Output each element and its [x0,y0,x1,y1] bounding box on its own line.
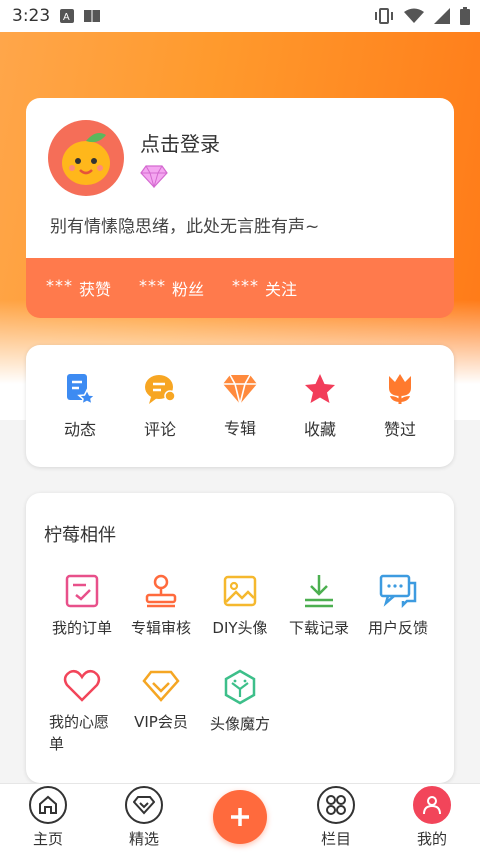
service-downloads[interactable]: 下载记录 [277,573,361,639]
service-label: 专辑审核 [130,619,191,637]
nav-label: 我的 [416,830,447,848]
vibrate-icon [375,8,393,24]
svg-text:A: A [63,12,70,23]
nav-featured[interactable]: 精选 [104,786,184,849]
plus-icon [231,808,249,826]
action-label: 收藏 [303,420,336,439]
download-icon [305,575,333,608]
service-label: 头像魔方 [209,715,270,733]
stat-value: *** [46,276,73,295]
stat-label: 关注 [265,280,298,299]
actions-card: 动态 评论 专辑 收藏 赞过 [26,345,454,467]
vip-gem-icon [140,165,168,188]
nav-label: 栏目 [320,830,351,848]
service-feedback[interactable]: 用户反馈 [356,573,440,639]
stat-likes[interactable]: *** 获赞 [46,276,111,300]
action-liked[interactable]: 赞过 [365,345,435,467]
cube-icon [224,669,256,705]
diamond-outline-icon [125,786,163,824]
stat-fans[interactable]: *** 粉丝 [139,276,204,300]
signature-text: 别有情愫隐思绪，此处无言胜有声~ [50,217,320,237]
nav-label: 精选 [128,830,159,848]
action-favorites[interactable]: 收藏 [285,345,355,467]
service-wishlist[interactable]: 我的心愿单 [40,669,124,755]
action-label: 动态 [63,420,96,439]
user-icon [413,786,451,824]
stat-follows[interactable]: *** 关注 [232,276,297,300]
vip-diamond-icon [142,670,180,702]
nav-columns[interactable]: 栏目 [296,786,376,849]
document-star-icon [67,374,97,406]
login-prompt[interactable]: 点击登录 [140,128,220,157]
service-diy-avatar[interactable]: DIY头像 [198,573,282,639]
heart-icon [63,669,101,702]
action-albums[interactable]: 专辑 [205,345,275,467]
stats-bar: *** 获赞 *** 粉丝 *** 关注 [26,258,454,318]
action-label: 赞过 [383,420,416,439]
add-button[interactable] [213,790,267,844]
grid-icon [317,786,355,824]
signal-icon [434,8,450,24]
comment-icon [145,375,176,404]
notification-a-icon: A [60,9,75,23]
wifi-icon [404,8,424,23]
orange-mascot-icon [62,133,110,185]
tulip-icon [389,374,411,404]
service-label: 下载记录 [288,619,349,637]
service-label: 我的订单 [51,619,112,637]
action-label: 专辑 [223,419,256,438]
status-time: 3:23 [12,6,51,26]
service-label: DIY头像 [212,619,268,637]
battery-icon [460,7,470,25]
service-label: 我的心愿单 [49,713,110,753]
notification-book-icon [84,10,101,22]
status-bar: 3:23 A [0,0,480,32]
stat-label: 粉丝 [172,280,205,299]
service-my-orders[interactable]: 我的订单 [40,573,124,639]
order-icon [65,574,99,608]
feedback-icon [379,574,417,609]
stamp-icon [145,574,177,608]
action-comments[interactable]: 评论 [125,345,195,467]
service-vip[interactable]: VIP会员 [119,669,203,733]
stat-label: 获赞 [79,280,112,299]
services-card: 柠莓相伴 我的订单 专辑审核 DIY头像 下载记录 用户反馈 我的心愿单 VIP… [26,493,454,783]
profile-card[interactable]: 点击登录 别有情愫隐思绪，此处无言胜有声~ [26,98,454,258]
service-avatar-cube[interactable]: 头像魔方 [198,669,282,735]
service-label: 用户反馈 [367,619,428,637]
diamond-icon [223,374,257,405]
star-icon [305,374,335,403]
stat-value: *** [232,276,260,295]
nav-home[interactable]: 主页 [8,786,88,849]
stat-value: *** [139,276,167,295]
service-album-review[interactable]: 专辑审核 [119,573,203,639]
avatar[interactable] [48,120,124,196]
home-icon [29,786,67,824]
services-title: 柠莓相伴 [44,525,116,546]
nav-label: 主页 [32,830,63,848]
action-label: 评论 [143,420,176,439]
nav-mine[interactable]: 我的 [392,786,472,849]
image-icon [223,575,257,607]
action-posts[interactable]: 动态 [45,345,115,467]
service-label: VIP会员 [134,713,188,731]
